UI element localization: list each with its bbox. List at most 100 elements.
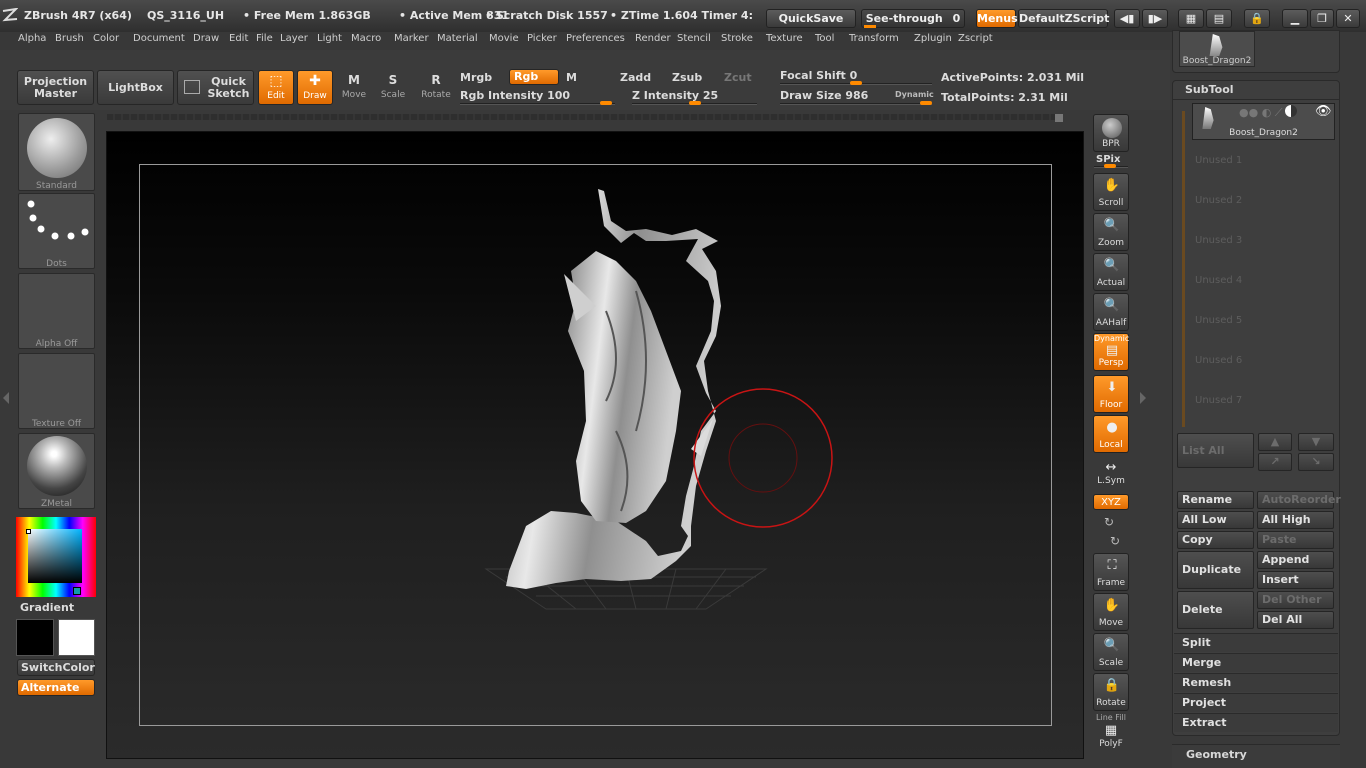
zsub-button[interactable]: Zsub [672, 71, 702, 84]
texture-thumbnail[interactable]: Texture Off [18, 353, 95, 429]
menu-tool[interactable]: Tool [815, 33, 834, 44]
menu-render[interactable]: Render [635, 33, 671, 44]
move-down-last-icon[interactable]: ↘ [1298, 453, 1334, 471]
lock-icon[interactable]: 🔒 [1244, 9, 1270, 28]
insert-button[interactable]: Insert [1257, 571, 1334, 589]
hue-handle[interactable] [73, 587, 81, 595]
dynamic-toggle[interactable]: Dynamic [895, 90, 934, 99]
scale-button[interactable]: S Scale [377, 70, 409, 105]
menu-zplugin[interactable]: Zplugin [914, 33, 952, 44]
zoom-button[interactable]: 🔍 Zoom [1093, 213, 1129, 251]
floor-button[interactable]: ⬇ Floor [1093, 375, 1129, 413]
menu-preferences[interactable]: Preferences [566, 33, 625, 44]
menus-button[interactable]: Menus [976, 9, 1018, 28]
menu-layer[interactable]: Layer [280, 33, 308, 44]
subtool-item-active[interactable]: ●● ◐ ⟋ 👁 Boost_Dragon2 [1192, 103, 1335, 140]
menu-alpha[interactable]: Alpha [18, 33, 46, 44]
all-high-button[interactable]: All High [1257, 511, 1334, 529]
actual-button[interactable]: 🔍 Actual [1093, 253, 1129, 291]
subtool-slot-1[interactable]: Unused 1 [1195, 155, 1242, 166]
move-up-last-icon[interactable]: ↗ [1258, 453, 1292, 471]
menu-movie[interactable]: Movie [489, 33, 519, 44]
color-square[interactable] [28, 529, 82, 583]
draw-button[interactable]: ✚ Draw [297, 70, 333, 105]
copy-button[interactable]: Copy [1177, 531, 1254, 549]
rotate-button[interactable]: R Rotate [418, 70, 454, 105]
menu-draw[interactable]: Draw [193, 33, 219, 44]
del-other-button[interactable]: Del Other [1257, 591, 1334, 609]
lightbox-button[interactable]: LightBox [97, 70, 174, 105]
duplicate-button[interactable]: Duplicate [1177, 551, 1254, 589]
minimize-icon[interactable]: ▁ [1282, 9, 1308, 28]
menu-texture[interactable]: Texture [766, 33, 803, 44]
move-down-arrow-icon[interactable]: ▼ [1298, 433, 1334, 451]
aahalf-button[interactable]: 🔍 AAHalf [1093, 293, 1129, 331]
left-tray-arrow-icon[interactable] [3, 392, 9, 404]
rotate-view-button[interactable]: 🔒 Rotate [1093, 673, 1129, 711]
subtool-slot-6[interactable]: Unused 6 [1195, 355, 1242, 366]
all-low-button[interactable]: All Low [1177, 511, 1254, 529]
subtool-header[interactable]: SubTool [1173, 81, 1339, 100]
menu-brush[interactable]: Brush [55, 33, 84, 44]
remesh-section[interactable]: Remesh [1174, 673, 1338, 692]
spix-slider[interactable] [1094, 164, 1128, 168]
menu-macro[interactable]: Macro [351, 33, 381, 44]
default-zscript-button[interactable]: DefaultZScript [1018, 9, 1109, 28]
close-icon[interactable]: ✕ [1336, 9, 1360, 28]
scale-view-button[interactable]: 🔍 Scale [1093, 633, 1129, 671]
color-picker[interactable] [16, 517, 96, 597]
polypaint-toggle-icon[interactable] [1285, 105, 1297, 117]
ui-layout-2-icon[interactable]: ▤ [1206, 9, 1232, 28]
delete-button[interactable]: Delete [1177, 591, 1254, 629]
mrgb-button[interactable]: Mrgb [460, 71, 492, 84]
switchcolor-button[interactable]: SwitchColor [17, 659, 95, 676]
alpha-thumbnail[interactable]: Alpha Off [18, 273, 95, 349]
alternate-button[interactable]: Alternate [17, 679, 95, 696]
frame-button[interactable]: ⛶ Frame [1093, 553, 1129, 591]
append-button[interactable]: Append [1257, 551, 1334, 569]
z-intensity-slider[interactable] [632, 101, 757, 105]
restore-icon[interactable]: ❐ [1310, 9, 1334, 28]
bpr-button[interactable]: BPR [1093, 114, 1129, 152]
stroke-thumbnail[interactable]: Dots [18, 193, 95, 269]
polyf-button[interactable]: Line Fill ▦ PolyF [1093, 713, 1129, 751]
menu-picker[interactable]: Picker [527, 33, 557, 44]
layout-next-icon[interactable]: ▮▶ [1142, 9, 1168, 28]
menu-material[interactable]: Material [437, 33, 478, 44]
menu-document[interactable]: Document [133, 33, 185, 44]
horizontal-tray-divider[interactable] [107, 114, 1062, 120]
3d-model-viewport[interactable] [106, 131, 1084, 759]
move-button[interactable]: M Move [338, 70, 370, 105]
ui-layout-1-icon[interactable]: ▦ [1178, 9, 1204, 28]
paste-button[interactable]: Paste [1257, 531, 1334, 549]
scroll-button[interactable]: ✋ Scroll [1093, 173, 1129, 211]
subtool-slot-4[interactable]: Unused 4 [1195, 275, 1242, 286]
rgb-button[interactable]: Rgb [509, 69, 559, 85]
focal-shift-slider[interactable] [780, 81, 932, 85]
gradient-label[interactable]: Gradient [20, 601, 74, 614]
lsym-button[interactable]: ↔ L.Sym [1093, 460, 1129, 488]
menu-edit[interactable]: Edit [229, 33, 248, 44]
see-through-slider[interactable]: See-through 0 [861, 9, 965, 28]
zadd-button[interactable]: Zadd [620, 71, 651, 84]
menu-stencil[interactable]: Stencil [677, 33, 711, 44]
rename-button[interactable]: Rename [1177, 491, 1254, 509]
list-all-button[interactable]: List All [1177, 433, 1254, 468]
m-button[interactable]: M [566, 71, 577, 84]
brush-thumbnail[interactable]: Standard [18, 113, 95, 191]
right-tray-arrow-icon[interactable] [1140, 392, 1146, 404]
autoreorder-button[interactable]: AutoReorder [1257, 491, 1341, 509]
menu-transform[interactable]: Transform [849, 33, 899, 44]
quicksave-button[interactable]: QuickSave [766, 9, 856, 28]
menu-marker[interactable]: Marker [394, 33, 429, 44]
rotate-y-icon[interactable]: ↻ [1104, 515, 1114, 529]
main-color-swatch[interactable] [16, 619, 54, 656]
del-all-button[interactable]: Del All [1257, 611, 1334, 629]
draw-size-slider[interactable] [780, 101, 932, 105]
zcut-button[interactable]: Zcut [724, 71, 752, 84]
eye-icon[interactable]: 👁 [1315, 104, 1332, 119]
menu-zscript[interactable]: Zscript [958, 33, 993, 44]
menu-color[interactable]: Color [93, 33, 119, 44]
subtool-slot-2[interactable]: Unused 2 [1195, 195, 1242, 206]
split-section[interactable]: Split [1174, 633, 1338, 652]
